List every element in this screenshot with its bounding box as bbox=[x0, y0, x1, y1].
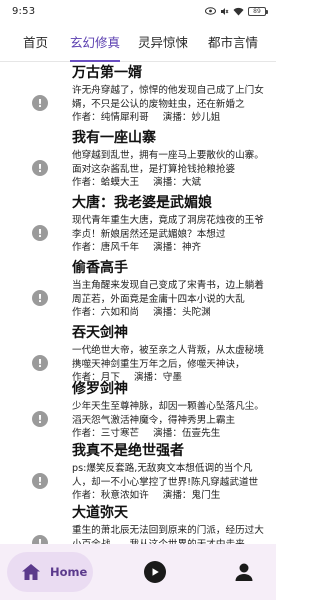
status-time: 9:53 bbox=[12, 5, 36, 17]
nav-profile-button[interactable] bbox=[233, 561, 255, 583]
narrator-label: 演播： bbox=[153, 242, 182, 253]
book-list-item[interactable]: ! 我有一座山寨 他穿越到乱世，拥有一座马上要散伙的山寨。面对这杂酱乱世，是打算… bbox=[0, 128, 276, 190]
book-list: ! 万古第一婿 许无舟穿越了，惊悍的他发现自己成了上门女婿，不只是公认的废物蛀虫… bbox=[0, 63, 276, 600]
author-label: 作者： bbox=[72, 112, 101, 123]
book-list-item[interactable]: ! 大唐：我老婆是武媚娘 现代青年重生大唐，竟成了洞房花烛夜的王爷李贞！新娘居然… bbox=[0, 193, 276, 255]
book-narrator: 妙儿姐 bbox=[191, 112, 221, 123]
book-author: 秋意浓如许 bbox=[100, 490, 149, 501]
tab-lingyi[interactable]: 灵异惊悚 bbox=[138, 22, 188, 62]
info-icon[interactable]: ! bbox=[32, 225, 48, 241]
book-narrator: 伍壹先生 bbox=[181, 428, 221, 439]
book-narrator: 神齐 bbox=[181, 242, 202, 253]
bottom-navigation: Home bbox=[0, 544, 276, 600]
tab-xuanhuan[interactable]: 玄幻修真 bbox=[70, 22, 121, 62]
book-title: 偷香高手 bbox=[72, 260, 128, 276]
app-screen: 9:53 89 首页 玄幻修真 灵异惊悚 都市言情 ! 万古第一婿 许无舟穿越了… bbox=[0, 0, 276, 600]
book-narrator: 大斌 bbox=[181, 177, 202, 188]
book-meta: 作者：纯情犀利哥 演播：妙儿姐 bbox=[72, 111, 268, 125]
info-icon[interactable]: ! bbox=[32, 160, 48, 176]
info-icon[interactable]: ! bbox=[32, 411, 48, 427]
play-icon bbox=[152, 568, 159, 576]
book-description: 现代青年重生大唐，竟成了洞房花烛夜的王爷李贞！新娘居然还是武媚娘？本想过 bbox=[72, 215, 264, 240]
book-title: 吞天剑神 bbox=[72, 325, 128, 341]
book-list-item[interactable]: ! 万古第一婿 许无舟穿越了，惊悍的他发现自己成了上门女婿，不只是公认的废物蛀虫… bbox=[0, 63, 276, 125]
book-title: 大道弥天 bbox=[72, 505, 128, 521]
book-author: 唐风千年 bbox=[100, 242, 140, 253]
book-list-item[interactable]: ! 吞天剑神 一代绝世大帝，被至亲之人背叛，从太虚秘境携噬天神剑重生万年之后，修… bbox=[0, 323, 276, 385]
book-description: 许无舟穿越了，惊悍的他发现自己成了上门女婿，不只是公认的废物蛀虫，还在新婚之 bbox=[72, 85, 264, 110]
home-icon bbox=[22, 564, 40, 580]
mute-icon bbox=[221, 7, 229, 15]
status-bar: 9:53 89 bbox=[0, 0, 276, 22]
book-author: 蛤蟆大王 bbox=[100, 177, 140, 188]
book-author: 纯情犀利哥 bbox=[100, 112, 149, 123]
book-author: 三寸寒芒 bbox=[100, 428, 140, 439]
book-description: ps:爆笑反套路,无敌爽文本想低调的当个凡人，却一不小心掌控了世界!陈凡穿越武道… bbox=[72, 463, 259, 488]
book-list-item[interactable]: ! 我真不是绝世强者 ps:爆笑反套路,无敌爽文本想低调的当个凡人，却一不小心掌… bbox=[0, 441, 276, 503]
author-label: 作者： bbox=[72, 307, 101, 318]
author-label: 作者： bbox=[72, 428, 101, 439]
author-label: 作者： bbox=[72, 177, 101, 188]
book-description: 一代绝世大帝，被至亲之人背叛，从太虚秘境携噬天神剑重生万年之后，修噬天神诀， bbox=[72, 345, 264, 370]
narrator-label: 演播： bbox=[153, 307, 182, 318]
book-description: 当主角醒来发现自己变成了宋青书，边上躺着周芷若，外面竟是金庸十四本小说的大乱 bbox=[72, 280, 264, 305]
book-title: 我有一座山寨 bbox=[72, 130, 156, 146]
book-list-item[interactable]: ! 偷香高手 当主角醒来发现自己变成了宋青书，边上躺着周芷若，外面竟是金庸十四本… bbox=[0, 258, 276, 320]
status-icons: 89 bbox=[205, 6, 268, 16]
narrator-label: 演播： bbox=[162, 490, 192, 501]
tab-home[interactable]: 首页 bbox=[23, 22, 48, 62]
person-icon bbox=[235, 563, 253, 581]
book-meta: 作者：六如和尚 演播：头陀渊 bbox=[72, 306, 268, 320]
nav-home-button[interactable]: Home bbox=[7, 552, 93, 592]
book-narrator: 鬼门生 bbox=[191, 490, 221, 501]
book-title: 修罗剑神 bbox=[72, 381, 128, 397]
nav-play-button[interactable] bbox=[144, 561, 166, 583]
eye-icon bbox=[205, 7, 216, 15]
info-icon[interactable]: ! bbox=[32, 290, 48, 306]
book-title: 我真不是绝世强者 bbox=[72, 443, 184, 459]
tab-dushi[interactable]: 都市言情 bbox=[208, 22, 258, 62]
book-description: 他穿越到乱世，拥有一座马上要散伙的山寨。面对这杂酱乱世，是打算抢钱抢粮抢婆 bbox=[72, 150, 264, 175]
book-narrator: 头陀渊 bbox=[181, 307, 211, 318]
category-tabs: 首页 玄幻修真 灵异惊悚 都市言情 bbox=[0, 22, 276, 62]
author-label: 作者： bbox=[72, 242, 101, 253]
book-description: 少年天生至尊神脉，却因一颗善心坠落凡尘。滔天怨气激活神魔令，得神秀男上霸主 bbox=[72, 401, 264, 426]
book-meta: 作者：唐风千年 演播：神齐 bbox=[72, 241, 268, 255]
nav-home-label: Home bbox=[50, 565, 88, 579]
author-label: 作者： bbox=[72, 490, 101, 501]
battery-icon: 89 bbox=[248, 6, 268, 16]
book-meta: 作者：三寸寒芒 演播：伍壹先生 bbox=[72, 427, 268, 441]
book-meta: 作者：秋意浓如许 演播：鬼门生 bbox=[72, 489, 268, 503]
book-title: 万古第一婿 bbox=[72, 65, 142, 81]
narrator-label: 演播： bbox=[162, 112, 192, 123]
book-author: 六如和尚 bbox=[100, 307, 140, 318]
book-meta: 作者：蛤蟆大王 演播：大斌 bbox=[72, 176, 268, 190]
book-title: 大唐：我老婆是武媚娘 bbox=[72, 195, 212, 211]
book-list-item[interactable]: ! 修罗剑神 少年天生至尊神脉，却因一颗善心坠落凡尘。滔天怨气激活神魔令，得神秀… bbox=[0, 379, 276, 441]
wifi-icon bbox=[233, 7, 244, 15]
narrator-label: 演播： bbox=[153, 177, 182, 188]
narrator-label: 演播： bbox=[153, 428, 182, 439]
info-icon[interactable]: ! bbox=[32, 95, 48, 111]
info-icon[interactable]: ! bbox=[32, 355, 48, 371]
info-icon[interactable]: ! bbox=[32, 473, 48, 489]
